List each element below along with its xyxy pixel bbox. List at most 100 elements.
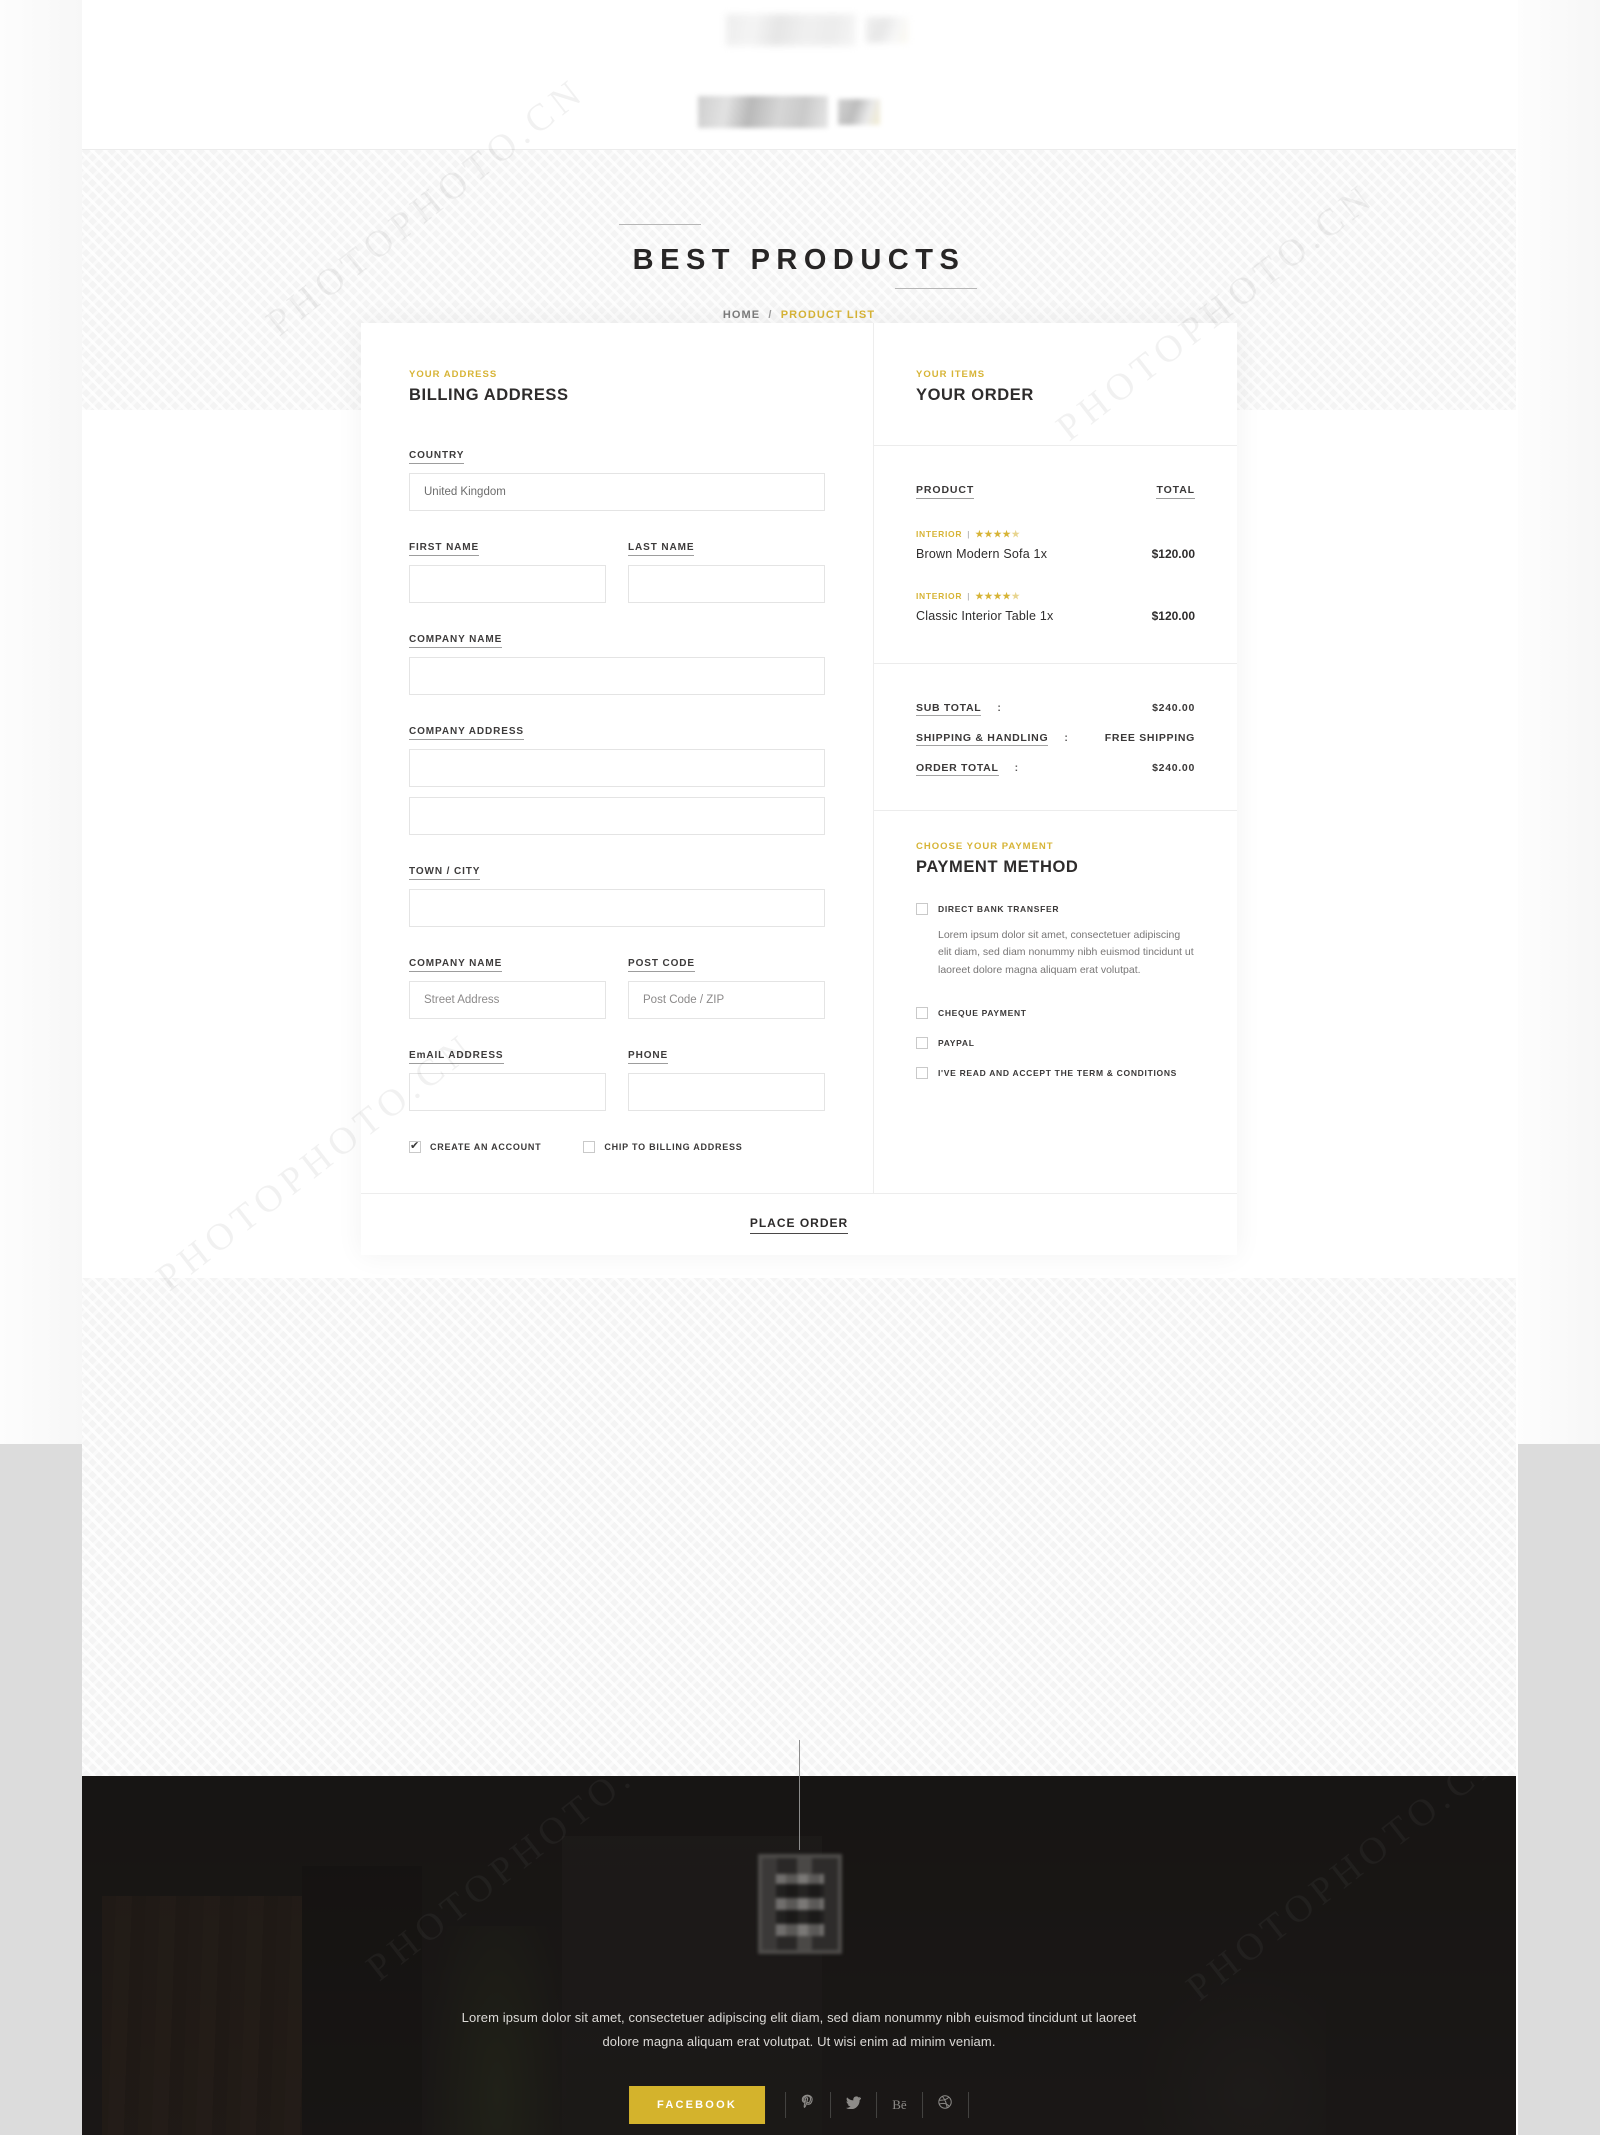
company-address-label: COMPANY ADDRESS: [409, 726, 524, 740]
email-group: EmAIL ADDRESS: [409, 1045, 606, 1111]
company-address-group: COMPANY ADDRESS: [409, 721, 825, 835]
meta-separator: |: [967, 591, 971, 601]
site-header: [82, 78, 1516, 150]
company-name-group: COMPANY NAME: [409, 629, 825, 695]
place-order-bar: PLACE ORDER: [361, 1193, 1237, 1255]
paypal-label: PAYPAL: [938, 1037, 975, 1048]
left-grey-band: [0, 1444, 82, 2135]
breadcrumb-home[interactable]: HOME: [723, 309, 760, 321]
logo-badge-icon: [838, 99, 880, 125]
town-city-group: TOWN / CITY: [409, 861, 825, 927]
create-account-label: CREATE AN ACCOUNT: [430, 1142, 542, 1152]
town-city-input[interactable]: [409, 889, 825, 927]
company-name-input[interactable]: [409, 657, 825, 695]
checkbox-icon[interactable]: [916, 903, 928, 915]
colon: :: [1014, 762, 1019, 774]
create-account-checkbox[interactable]: CREATE AN ACCOUNT: [409, 1139, 542, 1153]
order-item-price: $120.00: [1151, 547, 1195, 561]
title-rule-top: [618, 223, 701, 225]
phone-group: PHONE: [628, 1045, 825, 1111]
order-totals: SUB TOTAL : $240.00 SHIPPING & HANDLING …: [874, 664, 1237, 776]
column-total: TOTAL: [1156, 484, 1195, 499]
footer-social-row: FACEBOOK Bē: [629, 2086, 969, 2124]
post-code-group: POST CODE: [628, 953, 825, 1019]
order-item-price: $120.00: [1151, 609, 1195, 623]
direct-bank-transfer-option[interactable]: DIRECT BANK TRANSFER: [916, 903, 1195, 915]
rating-half-star-icon: ★: [1011, 591, 1021, 601]
post-code-input[interactable]: [628, 981, 825, 1019]
order-summary-panel: YOUR ITEMS YOUR ORDER PRODUCT TOTAL INTE…: [874, 323, 1237, 1193]
rating-stars-icon: ★★★★: [975, 591, 1012, 601]
twitter-icon[interactable]: [831, 2092, 877, 2118]
billing-eyebrow: YOUR ADDRESS: [409, 369, 498, 380]
page-title: BEST PRODUCTS: [632, 243, 966, 276]
direct-bank-transfer-description: Lorem ipsum dolor sit amet, consectetuer…: [938, 929, 1194, 976]
billing-checkbox-row: CREATE AN ACCOUNT CHIP TO BILLING ADDRES…: [409, 1139, 825, 1153]
meta-separator: |: [967, 529, 971, 539]
paypal-option[interactable]: PAYPAL: [916, 1036, 1195, 1049]
cheque-payment-label: CHEQUE PAYMENT: [938, 1007, 1027, 1018]
email-label: EmAIL ADDRESS: [409, 1050, 504, 1064]
breadcrumb: HOME / PRODUCT LIST: [723, 309, 875, 321]
checkout-card: YOUR ADDRESS BILLING ADDRESS COUNTRY FIR…: [361, 323, 1237, 1255]
terms-option[interactable]: I'VE READ AND ACCEPT THE TERM & CONDITIO…: [916, 1066, 1195, 1079]
colon: :: [1064, 732, 1069, 744]
street-address-label: COMPANY NAME: [409, 958, 503, 972]
order-total-value: $240.00: [1152, 762, 1195, 774]
order-heading: YOUR ORDER: [916, 386, 1034, 404]
last-name-group: LAST NAME: [628, 537, 825, 603]
site-logo-obscured[interactable]: [698, 96, 880, 128]
behance-icon[interactable]: Bē: [877, 2092, 923, 2118]
first-name-input[interactable]: [409, 565, 606, 603]
obscured-top-logo: [726, 14, 908, 46]
order-divider-1: [874, 445, 1237, 446]
last-name-label: LAST NAME: [628, 542, 695, 556]
checkbox-icon[interactable]: [583, 1141, 596, 1153]
footer-logo-obscured-icon[interactable]: [758, 1854, 842, 1954]
logo-wordmark-icon: [698, 96, 828, 128]
billing-address-panel: YOUR ADDRESS BILLING ADDRESS COUNTRY FIR…: [361, 323, 874, 1193]
obscured-logo-block: [726, 14, 856, 46]
checkbox-icon[interactable]: [916, 1066, 928, 1079]
checkbox-icon[interactable]: [409, 1139, 421, 1153]
last-name-input[interactable]: [628, 565, 825, 603]
order-item-row: INTERIOR | ★★★★★ Brown Modern Sofa 1x $120…: [916, 529, 1195, 561]
sub-total-row: SUB TOTAL : $240.00: [916, 702, 1195, 716]
sub-total-value: $240.00: [1152, 702, 1195, 714]
billing-heading: BILLING ADDRESS: [409, 386, 569, 404]
order-total-row: ORDER TOTAL : $240.00: [916, 762, 1195, 776]
column-product: PRODUCT: [916, 484, 975, 499]
country-input[interactable]: [409, 473, 825, 511]
name-row: FIRST NAME LAST NAME: [409, 537, 825, 603]
phone-label: PHONE: [628, 1050, 669, 1064]
breadcrumb-current: PRODUCT LIST: [780, 308, 876, 321]
place-order-button[interactable]: PLACE ORDER: [749, 1216, 849, 1234]
checkbox-icon[interactable]: [916, 1006, 928, 1019]
country-group: COUNTRY: [409, 445, 825, 511]
company-address-line2-input[interactable]: [409, 797, 825, 835]
shipping-value: FREE SHIPPING: [1104, 732, 1195, 744]
footer-description: Lorem ipsum dolor sit amet, consectetuer…: [461, 2010, 1137, 2050]
order-item-name: Brown Modern Sofa 1x: [916, 547, 1048, 561]
facebook-button[interactable]: FACEBOOK: [629, 2086, 765, 2124]
phone-input[interactable]: [628, 1073, 825, 1111]
email-input[interactable]: [409, 1073, 606, 1111]
company-address-line1-input[interactable]: [409, 749, 825, 787]
footer-divider-line: [799, 1740, 800, 1850]
post-code-label: POST CODE: [628, 958, 695, 972]
browser-window: BEST PRODUCTS HOME / PRODUCT LIST Lorem …: [82, 78, 1516, 2135]
town-city-label: TOWN / CITY: [409, 866, 481, 880]
checkout-body: YOUR ADDRESS BILLING ADDRESS COUNTRY FIR…: [361, 323, 1237, 1193]
cheque-payment-option[interactable]: CHEQUE PAYMENT: [916, 1006, 1195, 1019]
pinterest-icon[interactable]: [784, 2092, 831, 2118]
dribbble-icon[interactable]: [923, 2092, 969, 2118]
order-item-row: INTERIOR | ★★★★★ Classic Interior Table 1x…: [916, 591, 1195, 623]
company-name-label: COMPANY NAME: [409, 634, 503, 648]
ship-to-billing-checkbox[interactable]: CHIP TO BILLING ADDRESS: [583, 1141, 742, 1153]
checkbox-icon[interactable]: [916, 1036, 928, 1049]
right-grey-band: [1518, 1444, 1600, 2135]
order-item-name: Classic Interior Table 1x: [916, 609, 1054, 623]
rating-half-star-icon: ★: [1011, 529, 1021, 539]
street-address-input[interactable]: [409, 981, 606, 1019]
order-table-header: PRODUCT TOTAL: [916, 484, 1195, 499]
